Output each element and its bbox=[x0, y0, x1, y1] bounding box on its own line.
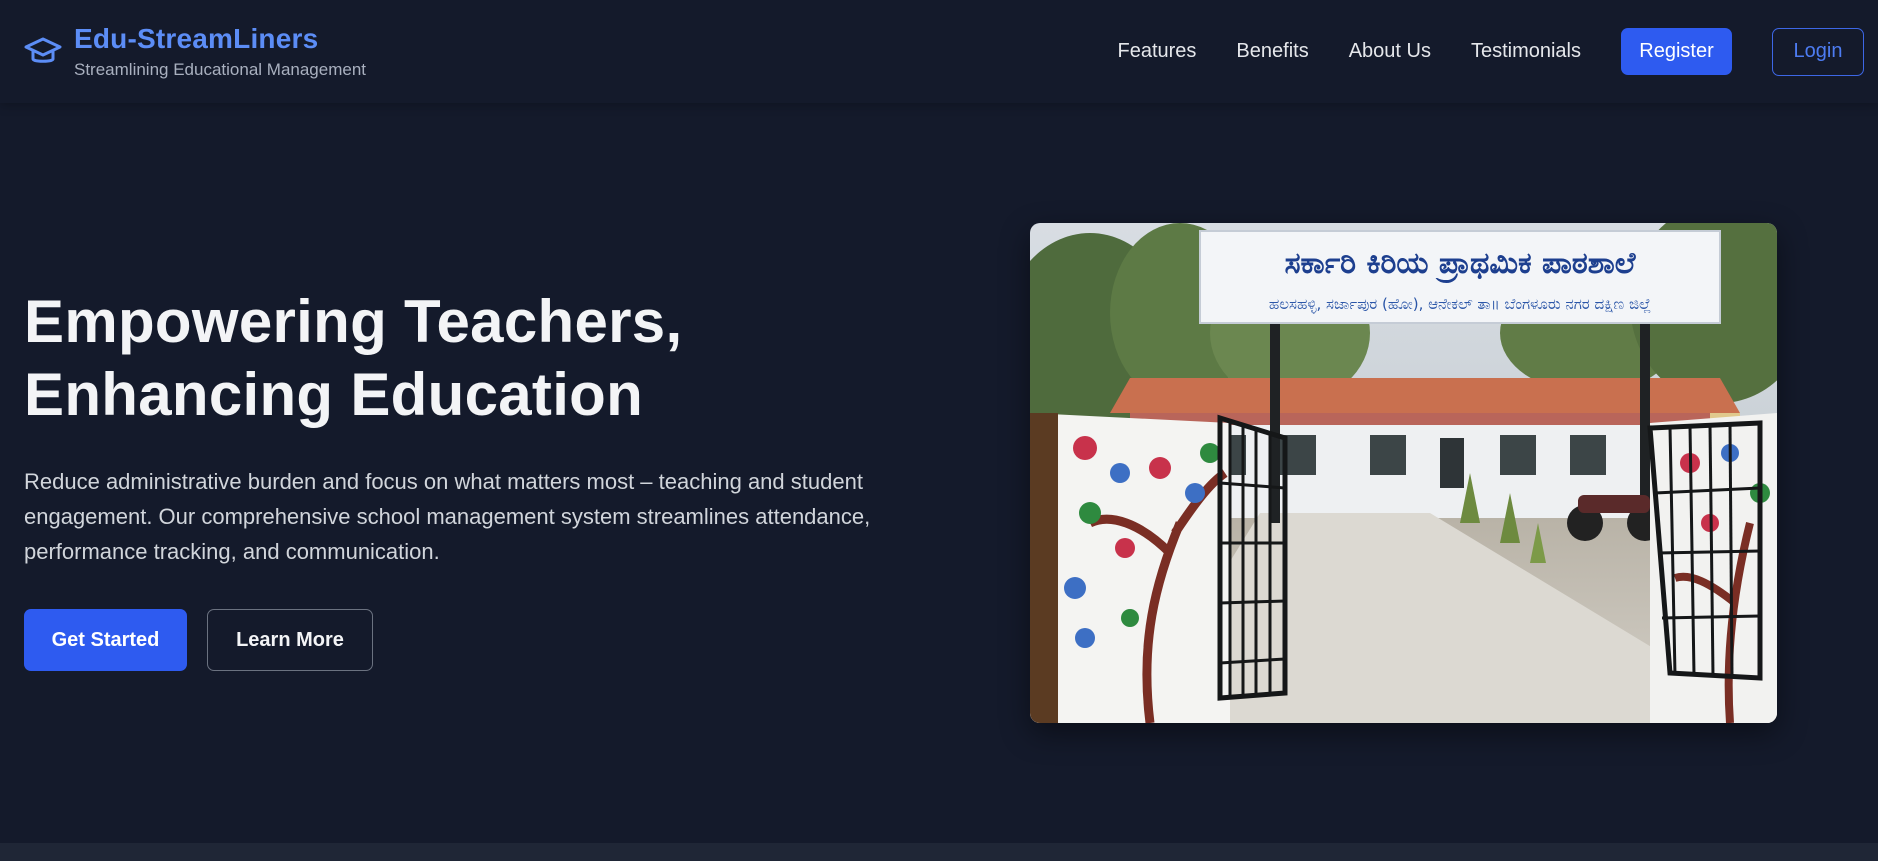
brand-name: Edu-StreamLiners bbox=[74, 22, 319, 54]
hero-description: Reduce administrative burden and focus o… bbox=[24, 469, 871, 564]
hero-school-image: ಸರ್ಕಾರಿ ಕಿರಿಯ ಪ್ರಾಥಮಿಕ ಪಾಠಶಾಲೆ ಹಲಸಹಳ್ಳಿ,… bbox=[1030, 223, 1777, 723]
top-nav-header: Edu-StreamLiners Streamlining Educationa… bbox=[0, 0, 1878, 103]
sign-board-subtitle: ಹಲಸಹಳ್ಳಿ, ಸರ್ಜಾಪುರ (ಹೋ), ಆನೇಕಲ್ ತಾ॥ ಬೆಂಗ… bbox=[1269, 295, 1651, 314]
hero-title-line-2: Enhancing Education bbox=[24, 361, 644, 428]
graduation-cap-icon bbox=[24, 32, 62, 70]
nav-link-testimonials[interactable]: Testimonials bbox=[1471, 40, 1581, 63]
section-divider-strip bbox=[0, 843, 1878, 861]
brand-text: Edu-StreamLiners Streamlining Educationa… bbox=[74, 22, 367, 79]
landing-page: Edu-StreamLiners Streamlining Educationa… bbox=[0, 0, 1878, 861]
learn-more-button[interactable]: Learn More bbox=[207, 609, 373, 671]
hero-content: Empowering Teachers, Enhancing Education… bbox=[24, 285, 924, 671]
main-nav: Features Benefits About Us Testimonials … bbox=[1117, 27, 1864, 76]
hero-actions: Get Started Learn More bbox=[24, 609, 924, 671]
nav-link-features[interactable]: Features bbox=[1117, 40, 1196, 63]
login-button[interactable]: Login bbox=[1772, 27, 1864, 76]
nav-link-about-us[interactable]: About Us bbox=[1349, 40, 1431, 63]
register-button[interactable]: Register bbox=[1621, 28, 1732, 75]
hero-title: Empowering Teachers, Enhancing Education bbox=[24, 285, 924, 431]
brand-tagline: Streamlining Educational Management bbox=[74, 59, 367, 79]
get-started-button[interactable]: Get Started bbox=[24, 609, 187, 671]
brand-logo[interactable]: Edu-StreamLiners Streamlining Educationa… bbox=[24, 22, 367, 79]
nav-link-benefits[interactable]: Benefits bbox=[1236, 40, 1308, 63]
sign-board-title: ಸರ್ಕಾರಿ ಕಿರಿಯ ಪ್ರಾಥಮಿಕ ಪಾಠಶಾಲೆ bbox=[1285, 246, 1637, 284]
hero-title-line-1: Empowering Teachers, bbox=[24, 288, 683, 355]
